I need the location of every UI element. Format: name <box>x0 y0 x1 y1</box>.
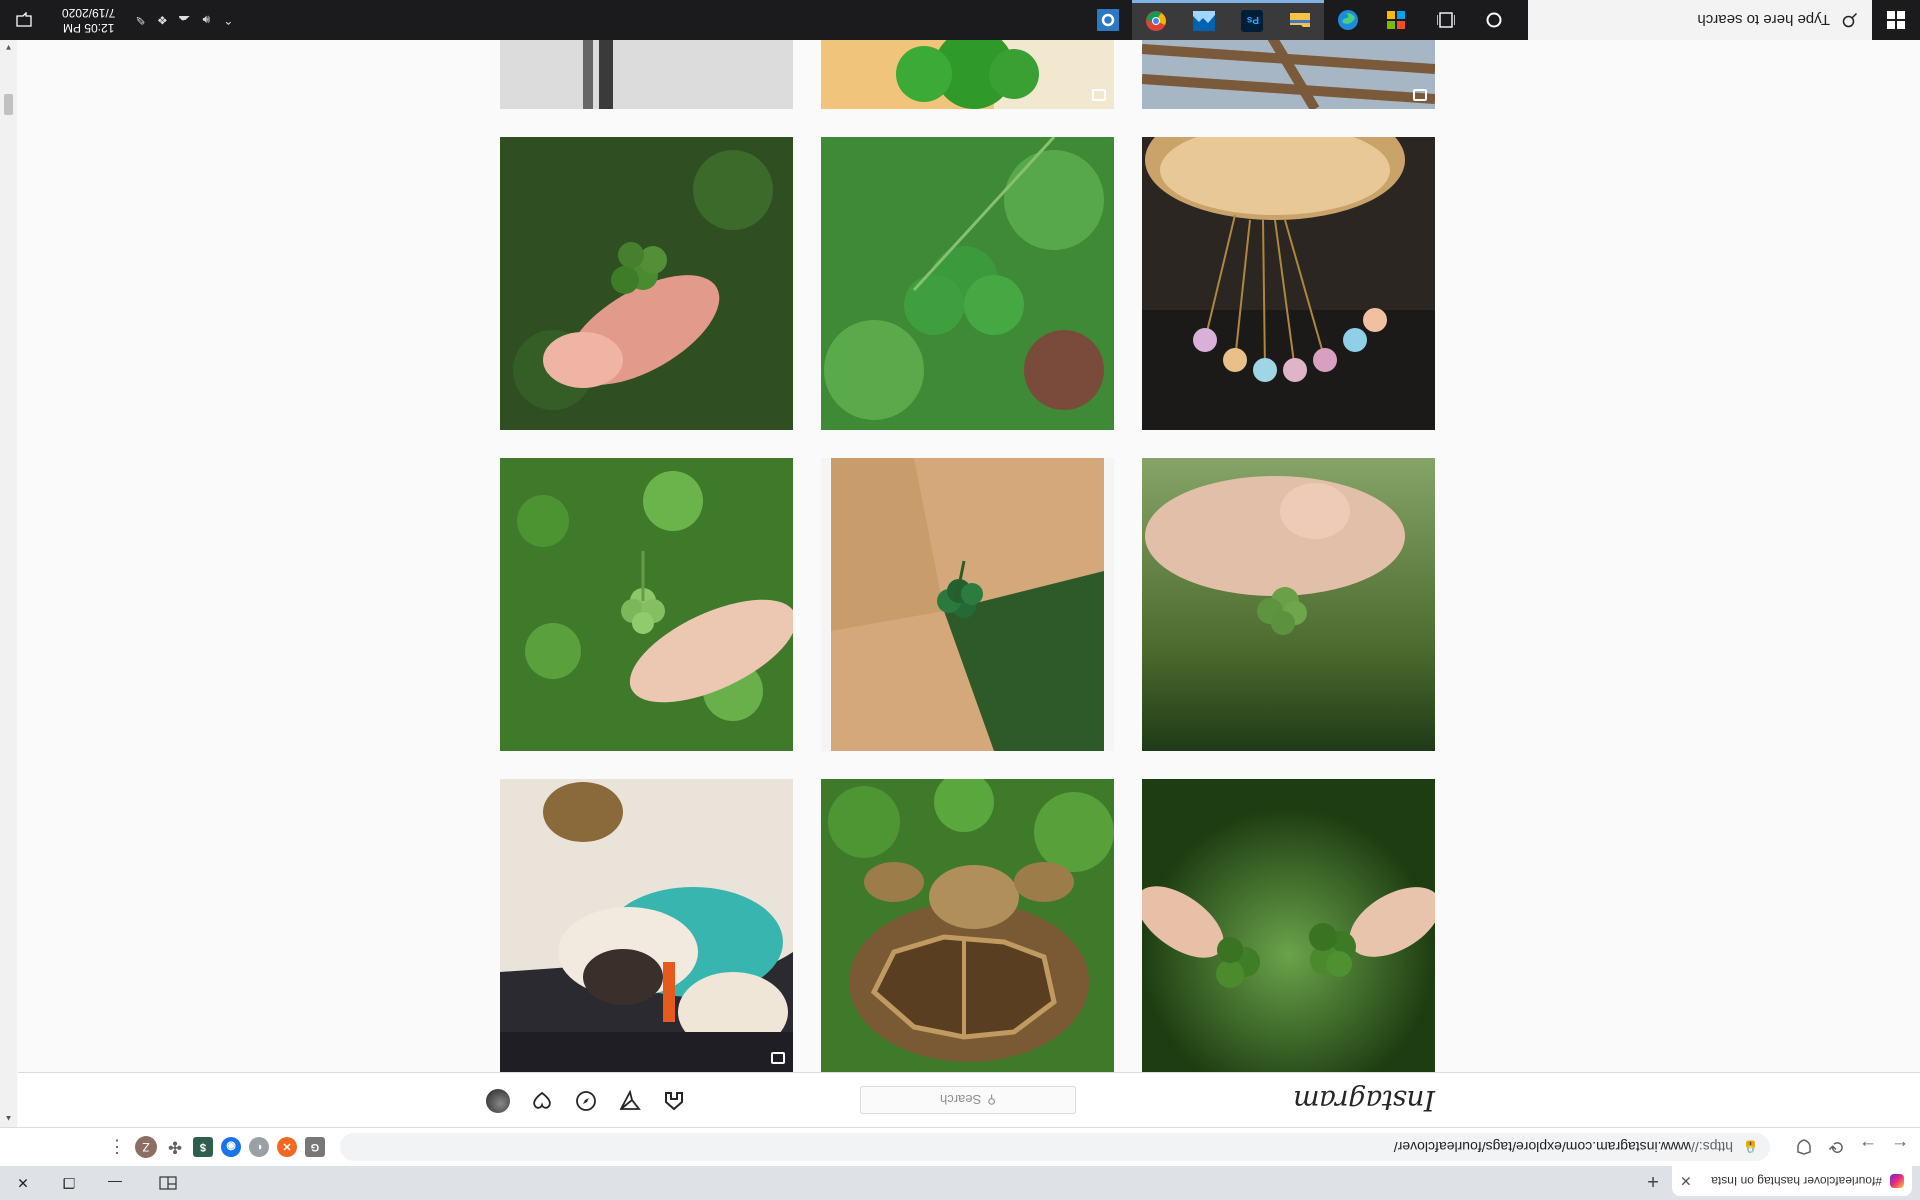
edge-browser-icon[interactable] <box>1324 0 1372 40</box>
lock-icon: 🔒 <box>1743 1140 1758 1154</box>
post-partial-wood-bench[interactable] <box>1142 40 1435 109</box>
direct-message-icon[interactable] <box>617 1088 643 1114</box>
restore-button[interactable]: ❐ <box>46 1166 92 1200</box>
microsoft-store-icon[interactable] <box>1372 0 1420 40</box>
multiple-photos-icon <box>1413 89 1427 101</box>
taskbar-search-placeholder: Type here to search <box>1697 11 1830 29</box>
tab-instagram[interactable]: #fourleafclover hashtag on Insta ✕ <box>1672 1166 1912 1196</box>
search-icon: ⚲ <box>987 1093 996 1107</box>
extensions-puzzle-icon[interactable]: ✣ <box>165 1137 185 1157</box>
extensions-area: G ✕ ◐ ◉ $ ✣ Z ⋮ <box>107 1133 325 1161</box>
taskbar-search-box[interactable]: Type here to search <box>1528 0 1872 40</box>
scroll-up-arrow-icon[interactable]: ▲ <box>0 1111 17 1127</box>
chrome-tab-strip: #fourleafclover hashtag on Insta ✕ + — ❐… <box>0 1166 1920 1200</box>
reload-icon[interactable]: ⟳ <box>1822 1133 1850 1161</box>
pen-icon[interactable]: ✎ <box>129 0 151 40</box>
notifications-icon[interactable] <box>0 0 48 40</box>
dropbox-icon[interactable]: ❖ <box>151 0 173 40</box>
instagram-nav-bar: Instagram ⚲ Search <box>18 1072 1920 1127</box>
search-icon <box>1842 12 1858 28</box>
url-text: www.instagram.com/explore/tags/fourleafc… <box>1393 1139 1692 1155</box>
close-window-button[interactable]: ✕ <box>0 1166 46 1200</box>
back-arrow-icon[interactable]: ← <box>1886 1133 1914 1161</box>
post-fingers-holding-four-leaf-clover[interactable] <box>500 137 793 430</box>
home-icon[interactable] <box>661 1088 687 1114</box>
instagram-search-input[interactable]: ⚲ Search <box>860 1086 1076 1114</box>
post-hand-holding-clover-grass[interactable] <box>500 458 793 751</box>
tab-search-icon[interactable] <box>138 1166 198 1200</box>
minimize-button[interactable]: — <box>92 1166 138 1200</box>
settings-gear-icon[interactable] <box>1084 0 1132 40</box>
post-partial-green-character[interactable] <box>821 40 1114 109</box>
file-explorer-icon[interactable] <box>1276 0 1324 40</box>
address-bar[interactable]: 🔒 https:// www.instagram.com/explore/tag… <box>340 1133 1770 1161</box>
photoshop-icon[interactable]: Ps <box>1228 0 1276 40</box>
profile-avatar[interactable]: Z <box>135 1136 157 1158</box>
system-tray: ⌃ 🕪 ☁ ❖ ✎ 12:05 PM 7/19/2020 <box>0 0 239 40</box>
extension-blue-icon[interactable]: ◉ <box>221 1137 241 1157</box>
clock-time: 12:05 PM <box>63 21 115 35</box>
profile-avatar-icon[interactable] <box>485 1088 511 1114</box>
explore-compass-icon[interactable] <box>573 1088 599 1114</box>
instagram-favicon-icon <box>1890 1174 1904 1188</box>
clock[interactable]: 12:05 PM 7/19/2020 <box>48 5 129 35</box>
instagram-nav-icons <box>485 1088 687 1114</box>
post-hands-holding-clovers[interactable] <box>1142 779 1435 1072</box>
instagram-logo[interactable]: Instagram <box>1294 1084 1435 1117</box>
screen-rotated-180: #fourleafclover hashtag on Insta ✕ + — ❐… <box>0 0 1920 1200</box>
volume-icon[interactable]: 🕪 <box>195 0 217 40</box>
scroll-thumb[interactable] <box>4 94 13 115</box>
shield-icon[interactable] <box>1790 1133 1818 1161</box>
search-placeholder: Search <box>940 1092 982 1108</box>
post-dog-sleeping[interactable] <box>500 779 793 1072</box>
post-clover-on-cardboard[interactable] <box>821 458 1114 751</box>
activity-heart-icon[interactable] <box>529 1088 555 1114</box>
url-scheme: https:// <box>1691 1139 1734 1155</box>
post-tortoise-in-clover[interactable] <box>821 779 1114 1072</box>
svg-text:Ps: Ps <box>1246 15 1259 26</box>
tab-title: #fourleafclover hashtag on Insta <box>1711 1174 1882 1188</box>
photos-app-icon[interactable] <box>1180 0 1228 40</box>
post-clover-close-up[interactable] <box>821 137 1114 430</box>
chrome-toolbar: ← → ⟳ 🔒 https:// www.instagram.com/explo… <box>0 1127 1920 1166</box>
windows-taskbar: Type here to search Ps ⌃ 🕪 ☁ ❖ ✎ 12:05 P… <box>0 0 1920 40</box>
extension-green-icon[interactable]: $ <box>193 1137 213 1157</box>
new-tab-button[interactable]: + <box>1640 1168 1666 1194</box>
chrome-browser-icon[interactable] <box>1132 0 1180 40</box>
extension-orange-icon[interactable]: ✕ <box>277 1137 297 1157</box>
page-scrollbar[interactable]: ▲ ▼ <box>0 40 17 1127</box>
forward-arrow-icon[interactable]: → <box>1854 1133 1882 1161</box>
scroll-down-arrow-icon[interactable]: ▼ <box>0 40 17 56</box>
post-fingers-with-clover-field[interactable] <box>1142 458 1435 751</box>
window-controls: — ❐ ✕ <box>0 1166 198 1200</box>
clock-date: 7/19/2020 <box>62 6 116 20</box>
extension-grey-icon[interactable]: G <box>305 1137 325 1157</box>
tab-close-icon[interactable]: ✕ <box>1680 1173 1692 1190</box>
cortana-circle-icon[interactable] <box>1472 0 1516 40</box>
extension-circle-icon[interactable]: ◐ <box>249 1137 269 1157</box>
post-partial-metal-rail[interactable] <box>500 40 793 109</box>
multiple-photos-icon <box>1092 89 1106 101</box>
task-view-icon[interactable] <box>1424 0 1468 40</box>
multiple-photos-icon <box>771 1052 785 1064</box>
onedrive-cloud-icon[interactable]: ☁ <box>173 0 195 40</box>
chrome-menu-icon[interactable]: ⋮ <box>107 1137 127 1158</box>
post-clover-pendant-charms[interactable] <box>1142 137 1435 430</box>
chevron-up-icon[interactable]: ⌃ <box>217 0 239 40</box>
post-grid <box>500 40 1435 1072</box>
start-windows-icon[interactable] <box>1872 0 1920 40</box>
